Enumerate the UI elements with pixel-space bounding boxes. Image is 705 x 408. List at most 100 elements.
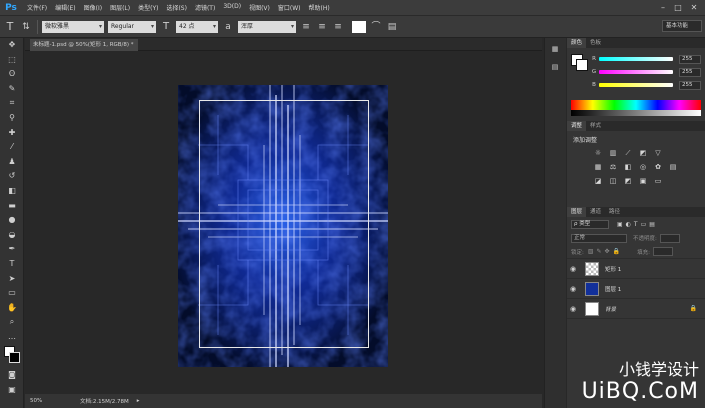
zoom-tool-icon[interactable]: ⌕ (0, 315, 24, 330)
gradient-tool-icon[interactable]: ▬ (0, 199, 24, 214)
path-select-tool-icon[interactable]: ➤ (0, 272, 24, 287)
tab-adjustments[interactable]: 调整 (567, 121, 587, 131)
color-spectrum[interactable] (571, 100, 701, 110)
gray-ramp[interactable] (571, 110, 701, 116)
photo-filter-icon[interactable]: ◎ (638, 162, 648, 172)
tab-paths[interactable]: 路径 (605, 207, 624, 217)
maximize-button[interactable]: □ (672, 2, 684, 13)
menu-item[interactable]: 视图(V) (245, 3, 274, 12)
lasso-tool-icon[interactable]: ʘ (0, 67, 24, 82)
text-orientation-icon[interactable]: ⇅ (20, 21, 32, 33)
status-arrow-icon[interactable]: ▸ (137, 398, 140, 404)
font-style-select[interactable]: Regular ▾ (108, 20, 156, 33)
visibility-eye-icon[interactable]: ◉ (567, 265, 579, 273)
quick-select-tool-icon[interactable]: ✎ (0, 82, 24, 97)
layer-row[interactable]: ◉ 矩形 1 (567, 259, 705, 279)
history-brush-tool-icon[interactable]: ↺ (0, 169, 24, 184)
align-right-icon[interactable]: ≡ (332, 21, 344, 33)
layer-name[interactable]: 图层 1 (605, 285, 621, 293)
color-swatches[interactable] (0, 344, 23, 368)
menu-item[interactable]: 窗口(W) (274, 3, 305, 12)
type-tool-icon[interactable]: T (4, 20, 16, 33)
text-color-swatch[interactable] (352, 20, 366, 33)
properties-panel-icon[interactable]: ▤ (548, 60, 562, 74)
color-balance-icon[interactable]: ⚖ (608, 162, 618, 172)
align-center-icon[interactable]: ≡ (316, 21, 328, 33)
screen-mode-icon[interactable]: ▣ (0, 383, 24, 398)
blur-tool-icon[interactable]: ● (0, 213, 24, 228)
tab-channels[interactable]: 通道 (586, 207, 605, 217)
layer-row[interactable]: ◉ 背景 🔒 (567, 299, 705, 319)
menu-item[interactable]: 帮助(H) (305, 3, 334, 12)
color-lookup-icon[interactable]: ▤ (668, 162, 678, 172)
menu-item[interactable]: 图像(I) (80, 3, 106, 12)
rectangle-frame[interactable] (199, 100, 369, 348)
hue-saturation-icon[interactable]: ▦ (593, 162, 603, 172)
move-tool-icon[interactable]: ✥ (0, 38, 24, 53)
marquee-tool-icon[interactable]: ⬚ (0, 53, 24, 68)
document-canvas[interactable] (178, 85, 388, 367)
blend-mode-select[interactable]: 正常 (571, 233, 627, 243)
exposure-icon[interactable]: ◩ (638, 148, 648, 158)
levels-icon[interactable]: ▥ (608, 148, 618, 158)
layer-row[interactable]: ◉ 图层 1 (567, 279, 705, 299)
layer-filter-select[interactable]: ρ 类型 (571, 219, 609, 229)
document-tab[interactable]: 未标题-1.psd @ 50%(矩形 1, RGB/8) * (30, 39, 138, 51)
selective-color-icon[interactable]: ▣ (638, 176, 648, 186)
slider-value-input[interactable]: 255 (679, 80, 701, 90)
color-slider[interactable] (599, 57, 673, 61)
minimize-button[interactable]: – (657, 2, 669, 13)
workspace-select[interactable]: 基本功能 (662, 20, 702, 32)
align-left-icon[interactable]: ≡ (300, 21, 312, 33)
layer-name[interactable]: 矩形 1 (605, 265, 621, 273)
layer-filter-icons[interactable]: ▣◐T▭▤ (617, 221, 658, 228)
panel-background-swatch[interactable] (576, 59, 588, 71)
visibility-eye-icon[interactable]: ◉ (567, 285, 579, 293)
dodge-tool-icon[interactable]: ◒ (0, 228, 24, 243)
color-slider[interactable] (599, 83, 673, 87)
crop-tool-icon[interactable]: ⌗ (0, 96, 24, 111)
type-tool-icon[interactable]: T (0, 257, 24, 272)
antialias-select[interactable]: 浑厚 ▾ (238, 20, 296, 33)
tab-color[interactable]: 颜色 (567, 38, 587, 48)
fill-input[interactable] (652, 247, 673, 256)
curves-icon[interactable]: ⟋ (623, 148, 633, 158)
color-slider[interactable] (599, 70, 673, 74)
posterize-icon[interactable]: ◫ (608, 176, 618, 186)
pen-tool-icon[interactable]: ✒ (0, 242, 24, 257)
brightness-icon[interactable]: ☼ (593, 148, 603, 158)
menu-item[interactable]: 3D(D) (219, 3, 245, 12)
font-size-select[interactable]: 42 点 ▾ (176, 20, 218, 33)
clone-stamp-tool-icon[interactable]: ♟ (0, 155, 24, 170)
gradient-map-icon[interactable]: ▭ (653, 176, 663, 186)
threshold-icon[interactable]: ◩ (623, 176, 633, 186)
menu-item[interactable]: 选择(S) (162, 3, 191, 12)
menu-item[interactable]: 图层(L) (106, 3, 134, 12)
more-tools-icon[interactable]: … (0, 330, 24, 345)
tab-styles[interactable]: 样式 (586, 121, 605, 131)
lock-icons[interactable]: ▧✎✥🔒 (588, 248, 623, 255)
rectangle-tool-icon[interactable]: ▭ (0, 286, 24, 301)
close-button[interactable]: ✕ (688, 2, 700, 13)
tab-swatches[interactable]: 色板 (586, 38, 605, 48)
background-color-swatch[interactable] (9, 352, 20, 364)
channel-mixer-icon[interactable]: ✿ (653, 162, 663, 172)
menu-item[interactable]: 滤镜(T) (191, 3, 219, 12)
visibility-eye-icon[interactable]: ◉ (567, 305, 579, 313)
history-panel-icon[interactable]: ▦ (548, 42, 562, 56)
slider-value-input[interactable]: 255 (679, 67, 701, 77)
invert-icon[interactable]: ◪ (593, 176, 603, 186)
slider-value-input[interactable]: 255 (679, 54, 701, 64)
warp-text-icon[interactable]: ⌒ (370, 21, 382, 33)
healing-brush-tool-icon[interactable]: ✚ (0, 126, 24, 141)
menu-item[interactable]: 类型(Y) (134, 3, 162, 12)
canvas-area[interactable] (25, 51, 542, 394)
layer-name[interactable]: 背景 (605, 305, 616, 313)
quick-mask-icon[interactable]: ◙ (0, 368, 24, 383)
vibrance-icon[interactable]: ▽ (653, 148, 663, 158)
font-family-select[interactable]: 微软雅黑 ▾ (42, 20, 104, 33)
hand-tool-icon[interactable]: ✋ (0, 301, 24, 316)
tab-layers[interactable]: 图层 (567, 207, 587, 217)
eyedropper-tool-icon[interactable]: ⚲ (0, 111, 24, 126)
black-white-icon[interactable]: ◧ (623, 162, 633, 172)
